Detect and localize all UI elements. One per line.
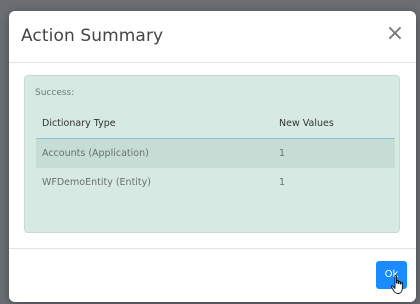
alert-label: Success: — [35, 88, 75, 98]
close-button[interactable]: × — [384, 23, 406, 45]
cell-dictionary-type: Accounts (Application) — [36, 138, 273, 168]
cell-dictionary-type: WFDemoEntity (Entity) — [42, 177, 151, 188]
table-row: WFDemoEntity (Entity) 1 — [36, 168, 395, 197]
summary-table: Dictionary Type New Values Accounts (App… — [36, 109, 395, 197]
column-header-dictionary-type: Dictionary Type — [36, 109, 273, 139]
dialog-header: Action Summary × — [9, 11, 416, 63]
cell-new-values: 1 — [279, 177, 286, 188]
cell-new-values: 1 — [273, 138, 395, 168]
action-summary-dialog: Action Summary × Success: Dictionary Typ… — [9, 11, 416, 302]
dialog-title: Action Summary — [21, 26, 164, 46]
column-header-new-values: New Values — [273, 109, 395, 139]
success-alert: Success: Dictionary Type New Values Acco… — [24, 75, 400, 233]
ok-button[interactable]: Ok — [376, 261, 407, 289]
dialog-footer: Ok — [9, 248, 416, 302]
table-header-row: Dictionary Type New Values — [36, 109, 395, 139]
table-row: Accounts (Application) 1 — [36, 138, 395, 168]
close-icon: × — [385, 21, 405, 46]
